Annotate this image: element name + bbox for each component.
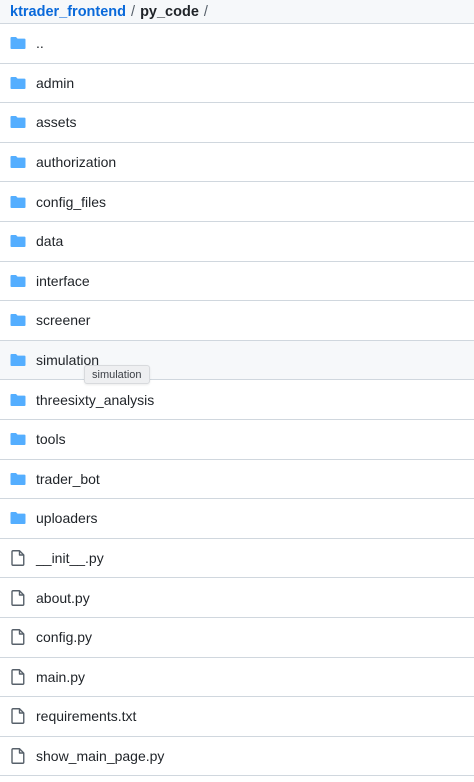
folder-icon: [10, 75, 26, 91]
tooltip: simulation: [84, 365, 150, 384]
folder-name-link[interactable]: trader_bot: [36, 471, 100, 487]
folder-name-link[interactable]: admin: [36, 75, 74, 91]
folder-name-link[interactable]: uploaders: [36, 510, 98, 526]
folder-row[interactable]: uploaders: [0, 499, 474, 539]
file-icon: [10, 668, 26, 685]
folder-row[interactable]: data: [0, 222, 474, 262]
folder-row[interactable]: threesixty_analysis: [0, 380, 474, 420]
folder-icon: [10, 510, 26, 526]
file-name-link[interactable]: about.py: [36, 590, 90, 606]
folder-row[interactable]: tools: [0, 420, 474, 460]
folder-icon: [10, 154, 26, 170]
file-row[interactable]: requirements.txt: [0, 697, 474, 737]
folder-name-link[interactable]: interface: [36, 273, 90, 289]
file-name-link[interactable]: config.py: [36, 629, 92, 645]
file-row[interactable]: show_main_page.py: [0, 737, 474, 777]
folder-icon: [10, 312, 26, 328]
folder-icon: [10, 352, 26, 368]
file-row[interactable]: config.py: [0, 618, 474, 658]
folder-row[interactable]: admin: [0, 64, 474, 104]
breadcrumb: ktrader_frontend / py_code /: [0, 0, 474, 23]
folder-icon: [10, 471, 26, 487]
folder-icon: [10, 273, 26, 289]
folder-icon: [10, 114, 26, 130]
file-icon: [10, 748, 26, 764]
file-row[interactable]: about.py: [0, 578, 474, 618]
folder-icon: [10, 431, 26, 447]
file-name-link[interactable]: show_main_page.py: [36, 748, 164, 764]
file-icon: [10, 589, 26, 606]
file-icon: [10, 550, 26, 566]
folder-name-link[interactable]: config_files: [36, 194, 106, 210]
file-row[interactable]: main.py: [0, 658, 474, 698]
folder-icon: [10, 392, 26, 408]
folder-name-link[interactable]: threesixty_analysis: [36, 392, 154, 408]
folder-row[interactable]: simulation: [0, 340, 474, 381]
folder-name-link[interactable]: assets: [36, 114, 76, 130]
breadcrumb-repo-link[interactable]: ktrader_frontend: [10, 4, 126, 20]
file-icon: [10, 629, 26, 646]
file-name-link[interactable]: main.py: [36, 669, 85, 685]
breadcrumb-trailing-separator: /: [203, 3, 208, 20]
folder-row[interactable]: ..: [0, 24, 474, 64]
folder-row[interactable]: config_files: [0, 182, 474, 222]
file-name-link[interactable]: requirements.txt: [36, 708, 136, 724]
folder-name-link[interactable]: tools: [36, 431, 66, 447]
breadcrumb-separator: /: [131, 3, 136, 20]
file-row[interactable]: __init__.py: [0, 539, 474, 579]
folder-icon: [10, 35, 26, 51]
folder-row[interactable]: trader_bot: [0, 460, 474, 500]
folder-icon: [10, 233, 26, 249]
folder-row[interactable]: screener: [0, 301, 474, 341]
file-name-link[interactable]: __init__.py: [36, 550, 104, 566]
folder-name-link[interactable]: screener: [36, 312, 90, 328]
folder-icon: [10, 194, 26, 210]
file-icon: [10, 708, 26, 725]
folder-name-link[interactable]: ..: [36, 35, 44, 51]
breadcrumb-current-folder: py_code: [140, 3, 199, 20]
folder-row[interactable]: interface: [0, 262, 474, 302]
folder-name-link[interactable]: authorization: [36, 154, 116, 170]
folder-name-link[interactable]: data: [36, 233, 63, 249]
file-browser: ktrader_frontend / py_code / .. admin asse…: [0, 0, 474, 782]
folder-row[interactable]: assets: [0, 103, 474, 143]
folder-row[interactable]: authorization: [0, 143, 474, 183]
file-list: .. admin assets authorization config_filesda…: [0, 23, 474, 777]
